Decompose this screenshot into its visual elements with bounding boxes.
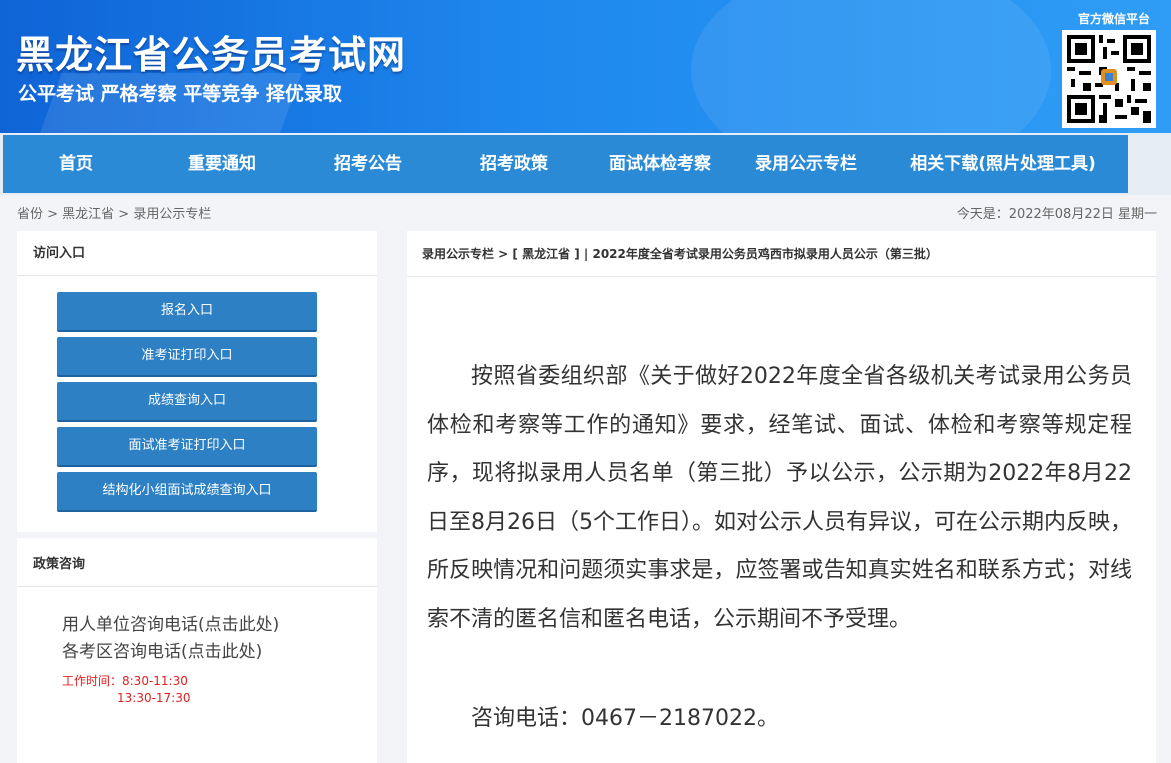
nav-bar: 首页 重要通知 招考公告 招考政策 面试体检考察 录用公示专栏 相关下载(照片处… bbox=[3, 135, 1128, 193]
admission-print-button[interactable]: 准考证打印入口 bbox=[57, 337, 317, 377]
nav-downloads[interactable]: 相关下载(照片处理工具) bbox=[879, 135, 1127, 193]
qr-code-icon bbox=[1062, 30, 1156, 128]
current-date: 今天是：2022年08月22日 星期一 bbox=[956, 207, 1157, 222]
group-interview-score-button[interactable]: 结构化小组面试成绩查询入口 bbox=[57, 472, 317, 512]
access-title: 访问入口 bbox=[17, 231, 377, 276]
contact-phone: 咨询电话：0467－2187022。 bbox=[471, 706, 779, 731]
nav-interview[interactable]: 面试体检考察 bbox=[587, 135, 733, 193]
interview-admission-button[interactable]: 面试准考证打印入口 bbox=[57, 427, 317, 467]
site-header: 黑龙江省公务员考试网 公平考试 严格考察 平等竞争 择优录取 官方微信平台 bbox=[0, 0, 1171, 133]
work-hours-am: 工作时间：8:30-11:30 bbox=[62, 674, 188, 688]
article-breadcrumb[interactable]: 录用公示专栏 > [ 黑龙江省 ] | 2022年度全省考试录用公务员鸡西市拟录… bbox=[407, 231, 1156, 277]
qr-code-graphic bbox=[1067, 35, 1151, 123]
sidebar-divider bbox=[17, 532, 377, 538]
nav-announcements[interactable]: 招考公告 bbox=[295, 135, 441, 193]
policy-title: 政策咨询 bbox=[17, 542, 377, 587]
wechat-label: 官方微信平台 bbox=[1077, 12, 1150, 26]
work-hours-pm: 13:30-17:30 bbox=[117, 691, 191, 705]
score-query-button[interactable]: 成绩查询入口 bbox=[57, 382, 317, 422]
nav-home[interactable]: 首页 bbox=[3, 135, 149, 193]
nav-public-notice[interactable]: 录用公示专栏 bbox=[733, 135, 879, 193]
breadcrumb[interactable]: 省份 > 黑龙江省 > 录用公示专栏 bbox=[17, 203, 211, 222]
article-panel: 录用公示专栏 > [ 黑龙江省 ] | 2022年度全省考试录用公务员鸡西市拟录… bbox=[407, 231, 1156, 763]
district-phone-link[interactable]: 各考区咨询电话(点击此处) bbox=[62, 637, 262, 662]
nav-policy[interactable]: 招考政策 bbox=[441, 135, 587, 193]
header-decoration bbox=[691, 0, 1051, 133]
article-body: 按照省委组织部《关于做好2022年度全省各级机关考试录用公务员体检和考察等工作的… bbox=[427, 364, 1132, 632]
sidebar: 访问入口 报名入口 准考证打印入口 成绩查询入口 面试准考证打印入口 结构化小组… bbox=[17, 231, 377, 763]
site-title[interactable]: 黑龙江省公务员考试网 bbox=[16, 24, 406, 79]
main-nav: 首页 重要通知 招考公告 招考政策 面试体检考察 录用公示专栏 相关下载(照片处… bbox=[0, 133, 1171, 195]
nav-notices[interactable]: 重要通知 bbox=[149, 135, 295, 193]
site-slogan: 公平考试 严格考察 平等竞争 择优录取 bbox=[18, 83, 342, 105]
register-button[interactable]: 报名入口 bbox=[57, 292, 317, 332]
employer-phone-link[interactable]: 用人单位咨询电话(点击此处) bbox=[62, 610, 279, 635]
